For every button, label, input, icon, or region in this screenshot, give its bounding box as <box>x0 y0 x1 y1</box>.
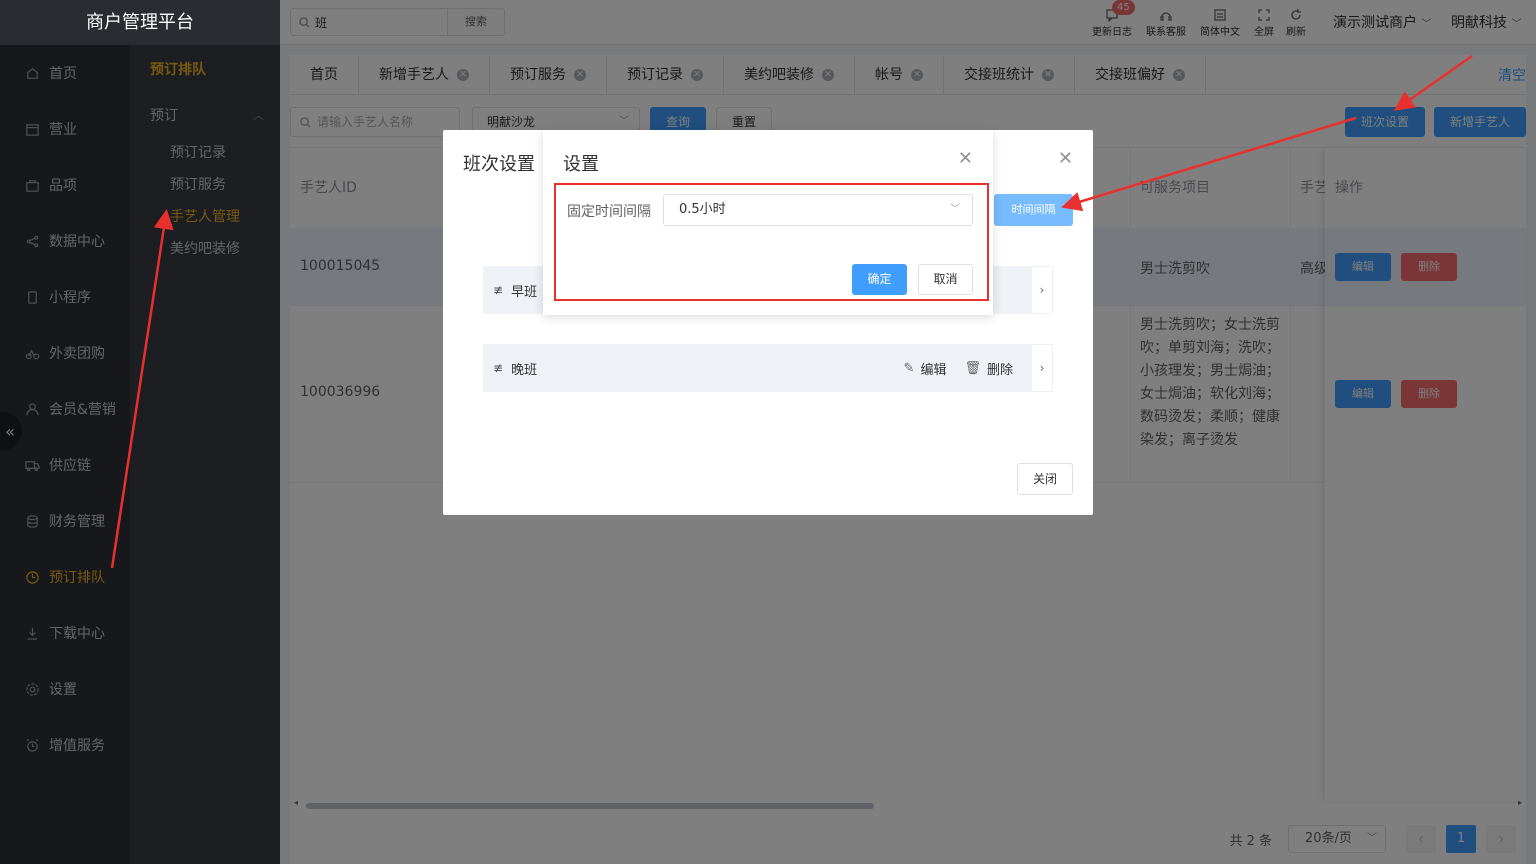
settings-dialog: 设置 ✕ 固定时间间隔 0.5小时 ﹀ 确定 取消 <box>543 130 993 315</box>
sliders-icon: ≢ <box>493 283 504 297</box>
dialog-title: 班次设置 <box>463 154 535 175</box>
shift-name: 早班 <box>511 284 538 300</box>
app-title: 商户管理平台 <box>0 0 280 45</box>
edit-icon[interactable]: ✎ <box>904 361 915 376</box>
shift-item[interactable]: ≢ 晚班 ✎ 编辑 🗑 删除 › <box>483 344 1053 392</box>
close-icon[interactable]: ✕ <box>958 148 973 169</box>
dialog-title: 设置 <box>563 154 599 175</box>
close-button[interactable]: 关闭 <box>1017 463 1073 495</box>
chevron-right-icon[interactable]: › <box>1031 266 1053 314</box>
shift-delete-link[interactable]: 删除 <box>987 359 1013 378</box>
shift-actions: ✎ 编辑 🗑 删除 <box>898 344 1013 392</box>
shift-edit-link[interactable]: 编辑 <box>920 359 946 378</box>
trash-icon[interactable]: 🗑 <box>964 361 981 376</box>
highlight-box <box>554 183 989 301</box>
shift-name: 晚班 <box>511 362 538 378</box>
close-icon[interactable]: ✕ <box>1058 148 1073 169</box>
time-interval-button[interactable]: 时间间隔 <box>994 194 1073 226</box>
sliders-icon: ≢ <box>493 361 504 375</box>
chevron-right-icon[interactable]: › <box>1031 344 1053 392</box>
